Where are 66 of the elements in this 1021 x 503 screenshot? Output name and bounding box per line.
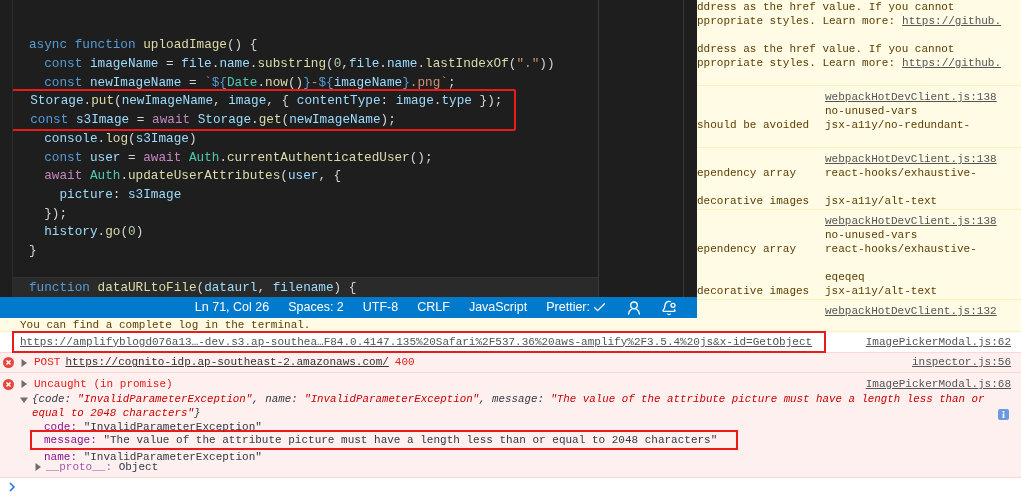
code-line: Storage.put(newImageName, image, { contentType: image.type }); xyxy=(29,92,503,111)
warning-text: ddress as the href value. If you cannot xyxy=(697,42,955,56)
status-item[interactable]: JavaScript xyxy=(468,301,528,314)
prompt-chevron-icon xyxy=(8,482,16,492)
status-item[interactable]: Spaces: 2 xyxy=(288,301,344,314)
expand-arrow-icon[interactable] xyxy=(34,463,42,471)
source-link[interactable]: ImagePickerModal.js:68 xyxy=(865,375,1021,393)
console-message: You can find a complete log in the terminal. xyxy=(20,319,311,331)
rule-name: no-unused-vars xyxy=(825,104,918,118)
source-link[interactable]: webpackHotDevClient.js:138 xyxy=(825,153,997,165)
url-link[interactable]: https://cognito-idp.ap-southeast-2.amazonaws.com/ xyxy=(65,354,389,371)
warning-text: decorative images xyxy=(697,195,810,207)
source-link[interactable]: webpackHotDevClient.js:138 xyxy=(825,91,997,103)
code-line: history.go(0) xyxy=(43,223,144,242)
object-property: code: "InvalidParameterException" xyxy=(44,421,262,433)
status-item[interactable]: CRLF xyxy=(417,301,450,314)
rule-name: jsx-a11y/no-redundant- xyxy=(825,118,971,132)
code-line: picture: s3Image xyxy=(58,185,182,204)
code-line: }); xyxy=(43,204,68,223)
feedback-icon[interactable] xyxy=(626,299,642,316)
url-link[interactable]: https://amplifyblogd076a13…-dev.s3.ap-southea…F84.0.4147.135%20Safari%2F537.36%20aws-amplify%2F3.5.4%20js&x-id=GetObject xyxy=(20,333,813,351)
rule-name: react-hooks/exhaustive- xyxy=(825,166,977,180)
warning-text: ependency array xyxy=(697,167,797,179)
status-item[interactable]: Ln 71, Col 26 xyxy=(194,301,270,314)
code-line: console.log(s3Image) xyxy=(43,129,197,148)
source-link[interactable]: ImagePickerModal.js:62 xyxy=(865,333,1021,351)
rule-name: eqeqeq xyxy=(825,270,865,284)
object-property: message: "The value of the attribute picture must have a length less than or equal to 2048 characters" xyxy=(44,432,718,448)
rule-name: no-unused-vars xyxy=(825,228,918,242)
warning-text: ppropriate styles. Learn more: xyxy=(697,14,896,28)
code-line: const imageName = file.name.substring(0,file.name.lastIndexOf(".")) xyxy=(43,55,555,74)
info-icon[interactable] xyxy=(998,409,1009,420)
expand-arrow-icon[interactable] xyxy=(20,358,28,367)
rule-name: jsx-a11y/alt-text xyxy=(825,194,938,208)
error-icon xyxy=(3,357,14,368)
code-line: const newImageName = `${Date.now()}-${imageName}.png`; xyxy=(43,73,456,92)
status-code: 400 xyxy=(394,355,415,371)
warning-text: ddress as the href value. If you cannot xyxy=(697,0,955,14)
rule-name: react-hooks/exhaustive- xyxy=(825,242,977,256)
code-line: await Auth.updateUserAttributes(user, { xyxy=(43,167,342,186)
doc-link[interactable]: https://github. xyxy=(902,14,1002,28)
source-link[interactable]: inspector.js:56 xyxy=(911,354,1021,371)
code-line: async function uploadImage() { xyxy=(28,36,258,55)
code-line: } xyxy=(28,241,37,260)
error-icon xyxy=(3,378,14,390)
status-item[interactable]: UTF-8 xyxy=(362,301,399,314)
code-line: const s3Image = await Storage.get(newImageName); xyxy=(29,111,396,130)
error-title: Uncaught (in promise) xyxy=(34,376,173,392)
notifications-icon[interactable] xyxy=(661,299,677,316)
collapse-arrow-icon[interactable] xyxy=(20,396,28,404)
request-method: POST xyxy=(34,355,61,371)
object-property: name: "InvalidParameterException" xyxy=(44,451,262,463)
code-line: function dataURLtoFile(dataurl, filename) { xyxy=(28,279,357,297)
source-link[interactable]: webpackHotDevClient.js:132 xyxy=(825,305,997,317)
rule-name: jsx-a11y/alt-text xyxy=(825,284,938,298)
warning-text: decorative images xyxy=(697,285,810,297)
object-preview: {code: "InvalidParameterException", name: "InvalidParameterException", message: "The value of the attribute picture must have a length less than or equal to 2048 characters"} xyxy=(32,392,986,420)
warning-text: ppropriate styles. Learn more: xyxy=(697,56,896,70)
warning-text: ependency array xyxy=(697,243,797,255)
doc-link[interactable]: https://github. xyxy=(902,56,1002,70)
warning-text: should be avoided xyxy=(697,119,810,131)
source-link[interactable]: webpackHotDevClient.js:138 xyxy=(825,215,997,227)
prettier-status[interactable]: Prettier: xyxy=(546,300,607,315)
expand-arrow-icon[interactable] xyxy=(20,380,28,388)
object-property: __proto__: Object xyxy=(46,460,159,475)
code-line: const user = await Auth.currentAuthenticatedUser(); xyxy=(43,148,433,167)
